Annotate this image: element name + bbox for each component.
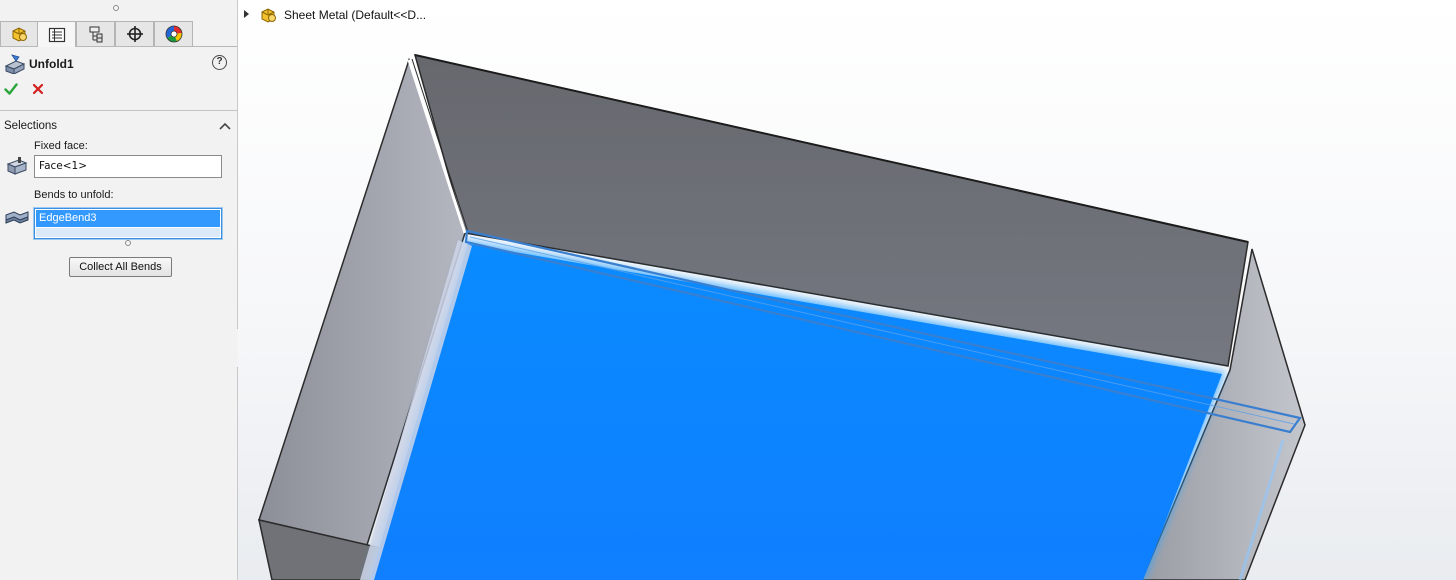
list-item[interactable]: EdgeBend3 <box>36 210 220 227</box>
dimxpert-manager-tab[interactable] <box>115 21 154 46</box>
sheet-metal-model[interactable] <box>238 0 1456 580</box>
list-resize-grip[interactable] <box>125 240 131 246</box>
section-divider <box>0 110 237 111</box>
panel-resize-grip[interactable] <box>0 0 237 18</box>
property-manager-panel: Unfold1 ? Selections Fixed face: Face<1>… <box>0 0 238 580</box>
feature-manager-tab[interactable] <box>0 21 39 46</box>
help-icon[interactable]: ? <box>212 55 227 70</box>
unfold-feature-icon <box>4 54 26 74</box>
part-icon <box>12 27 27 42</box>
configuration-manager-tab[interactable] <box>76 21 115 46</box>
fixed-face-field[interactable]: Face<1> <box>34 155 222 178</box>
selections-header[interactable]: Selections <box>4 120 57 132</box>
bends-icon <box>5 211 29 224</box>
accept-check-icon[interactable] <box>4 82 18 96</box>
display-manager-tab[interactable] <box>154 21 193 46</box>
color-wheel-icon <box>165 25 182 43</box>
bends-to-unfold-label: Bends to unfold: <box>34 189 114 201</box>
fixed-face-label: Fixed face: <box>34 140 88 152</box>
configuration-icon <box>89 26 102 43</box>
property-manager-tab[interactable] <box>37 21 76 47</box>
page-title: Unfold1 <box>29 57 74 71</box>
collect-all-bends-button[interactable]: Collect All Bends <box>69 257 172 277</box>
crosshair-icon <box>126 26 143 42</box>
chevron-up-icon[interactable] <box>218 120 232 132</box>
property-list-icon <box>48 27 65 42</box>
list-empty-row[interactable] <box>36 228 220 237</box>
bends-to-unfold-list[interactable]: EdgeBend3 <box>34 208 222 239</box>
manager-tabs <box>0 21 237 47</box>
graphics-area[interactable]: Sheet Metal (Default<<D... <box>238 0 1456 580</box>
cancel-x-icon[interactable] <box>31 82 45 96</box>
fixed-face-icon <box>6 157 28 175</box>
